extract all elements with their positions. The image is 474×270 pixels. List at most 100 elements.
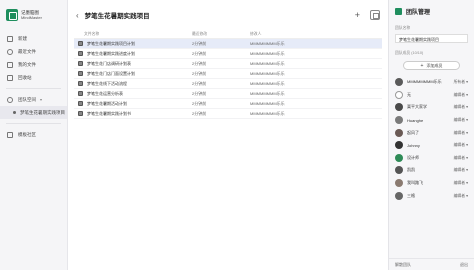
member-role-select[interactable]: 编辑者 ▾ — [454, 167, 468, 173]
sidebar-item-recent[interactable]: 最近文件 — [0, 45, 67, 58]
table-row[interactable]: 梦笔生花运营分析表 2分钟前 MMMMMMMM乐乐 — [74, 89, 382, 99]
member-role: 所有者 — [453, 80, 466, 85]
sidebar-item-new[interactable]: 新建 — [0, 32, 67, 45]
member-role-select[interactable]: 编辑者 ▾ — [454, 155, 468, 161]
file-name-cell: 梦笔生花线下活动流程 — [74, 81, 192, 87]
table-row[interactable]: 梦笔生花门店门面设置计划 2分钟前 MMMMMMMM乐乐 — [74, 69, 382, 79]
modified-time: 2分钟前 — [192, 110, 207, 116]
page-title: 梦笔生花暑期实践项目 — [84, 13, 150, 20]
divider — [6, 123, 61, 124]
team-panel: 团队管理 团队名称 梦笔生花暑期实践项目 团队成员 (10/10) + 添加成员… — [388, 0, 474, 270]
member-role-select[interactable]: 编辑者 ▾ — [454, 130, 468, 136]
member-role: 编辑者 — [453, 155, 466, 160]
mindmap-file-icon — [78, 91, 83, 96]
member-role-select[interactable]: 编辑者 ▾ — [454, 92, 468, 98]
exit-team-button[interactable]: 退出 — [460, 262, 468, 268]
avatar — [395, 141, 403, 150]
modified-time: 2分钟前 — [192, 40, 207, 46]
chevron-down-icon: ▾ — [465, 155, 468, 160]
sidebar-item-team-project[interactable]: 梦笔生花暑期实践项目 — [0, 106, 67, 119]
member-row: MMMMMMMM乐乐 所有者 ▾ — [389, 76, 474, 89]
member-role-select[interactable]: 所有者 ▾ — [454, 79, 468, 85]
table-row[interactable]: 梦笔生花暑期活动计划 2分钟前 MMMMMMMM乐乐 — [74, 99, 382, 109]
member-role-select[interactable]: 编辑者 ▾ — [454, 180, 468, 186]
team-icon — [7, 96, 13, 103]
chevron-down-icon: ▾ — [465, 181, 468, 186]
sidebar-item-label: 回收站 — [18, 74, 32, 80]
modified-by: MMMMMMMM乐乐 — [250, 40, 285, 46]
member-name: 凯凯 — [407, 167, 415, 173]
table-row[interactable]: 梦笔生花暑期实践进度计划 2分钟前 MMMMMMMM乐乐 — [74, 49, 382, 59]
view-toggle-icon[interactable] — [370, 10, 380, 20]
member-row: Johnny 编辑者 ▾ — [389, 139, 474, 152]
sidebar-item-label: 新建 — [18, 35, 27, 41]
modified-by: MMMMMMMM乐乐 — [250, 50, 285, 56]
member-role-select[interactable]: 编辑者 ▾ — [454, 142, 468, 148]
mindmap-file-icon — [78, 71, 83, 76]
sidebar-item-label: 团队空间 — [18, 96, 36, 102]
team-name-label: 团队名称 — [395, 26, 411, 30]
member-row: 无 编辑者 ▾ — [389, 89, 474, 102]
avatar — [395, 90, 403, 99]
modified-by: MMMMMMMM乐乐 — [250, 110, 285, 116]
divider — [6, 88, 61, 89]
member-row: 栗平大家学 编辑者 ▾ — [389, 101, 474, 114]
member-name: 起风了 — [407, 129, 419, 135]
file-name-cell: 梦笔生花暑期实践进度计划 — [74, 51, 192, 57]
column-header-time[interactable]: 最近修改 — [192, 32, 250, 37]
chevron-down-icon: ▾ — [465, 118, 468, 123]
chevron-down-icon: ▾ — [465, 130, 468, 135]
avatar — [395, 191, 403, 200]
file-name: 梦笔生花暑期实践项目计划 — [87, 40, 135, 46]
team-name-field[interactable]: 梦笔生花暑期实践项目 — [395, 34, 468, 43]
avatar — [395, 116, 403, 125]
member-name: 设计师 — [407, 154, 419, 160]
sidebar-item-trash[interactable]: 回收站 — [0, 71, 67, 84]
member-role-select[interactable]: 编辑者 ▾ — [454, 104, 468, 110]
back-arrow-icon[interactable]: ‹ — [76, 11, 79, 20]
add-member-label: 添加成员 — [426, 62, 443, 68]
mindmap-file-icon — [78, 81, 83, 86]
file-name-cell: 梦笔生花暑期实践项目计划 — [74, 41, 192, 47]
table-row[interactable]: 梦笔生花暑期实践项目计划 2分钟前 MMMMMMMM乐乐 — [74, 39, 382, 49]
member-row: 我叫路飞 编辑者 ▾ — [389, 177, 474, 190]
member-row: Huanghe 编辑者 ▾ — [389, 114, 474, 127]
table-row[interactable]: 梦笔生花暑期实践计划书 2分钟前 MMMMMMMM乐乐 — [74, 109, 382, 119]
table-row[interactable]: 梦笔生花门店调研计划表 2分钟前 MMMMMMMM乐乐 — [74, 59, 382, 69]
panel-footer: 解散团队 退出 — [389, 258, 474, 270]
add-file-button[interactable]: + — [355, 10, 360, 20]
modified-by: MMMMMMMM乐乐 — [250, 60, 285, 66]
modified-by: MMMMMMMM乐乐 — [250, 100, 285, 106]
column-header-user[interactable]: 修改人 — [250, 32, 382, 37]
member-row: 起风了 编辑者 ▾ — [389, 126, 474, 139]
file-name: 梦笔生花门店门面设置计划 — [87, 70, 135, 76]
column-header-name[interactable]: 文件名称 — [74, 32, 192, 37]
member-name: 三格 — [407, 192, 415, 198]
dissolve-team-button[interactable]: 解散团队 — [395, 262, 411, 268]
file-table: 文件名称 最近修改 修改人 梦笔生花暑期实践项目计划 2分钟前 MMMMMMMM乐乐… — [74, 30, 382, 119]
modified-by: MMMMMMMM乐乐 — [250, 70, 285, 76]
chevron-down-icon: ▾ — [465, 80, 468, 85]
folder-icon — [7, 61, 13, 68]
sidebar-item-label: 最近文件 — [18, 48, 36, 54]
sidebar-item-my-files[interactable]: 我的文件 — [0, 58, 67, 71]
plus-icon: + — [420, 62, 424, 69]
modified-by: MMMMMMMM乐乐 — [250, 90, 285, 96]
chevron-down-icon: ▾ — [465, 92, 468, 97]
member-role-select[interactable]: 编辑者 ▾ — [454, 117, 468, 123]
avatar — [395, 103, 403, 112]
brand-sub: MindMaster — [21, 15, 42, 20]
panel-header: 团队管理 — [389, 0, 474, 22]
sidebar-item-team[interactable]: 团队空间 ▾ — [0, 93, 67, 106]
member-name: 我叫路飞 — [407, 180, 423, 186]
sidebar-item-template[interactable]: 模板社区 — [0, 128, 67, 141]
table-row[interactable]: 梦笔生花线下活动流程 2分钟前 MMMMMMMM乐乐 — [74, 79, 382, 89]
chevron-down-icon: ▾ — [465, 143, 468, 148]
member-role: 编辑者 — [453, 143, 466, 148]
sidebar-item-label: 我的文件 — [18, 61, 36, 67]
trash-icon — [7, 74, 13, 81]
member-role: 编辑者 — [453, 105, 466, 110]
avatar — [395, 78, 403, 87]
member-role-select[interactable]: 编辑者 ▾ — [454, 193, 468, 199]
add-member-button[interactable]: + 添加成员 — [403, 61, 460, 70]
